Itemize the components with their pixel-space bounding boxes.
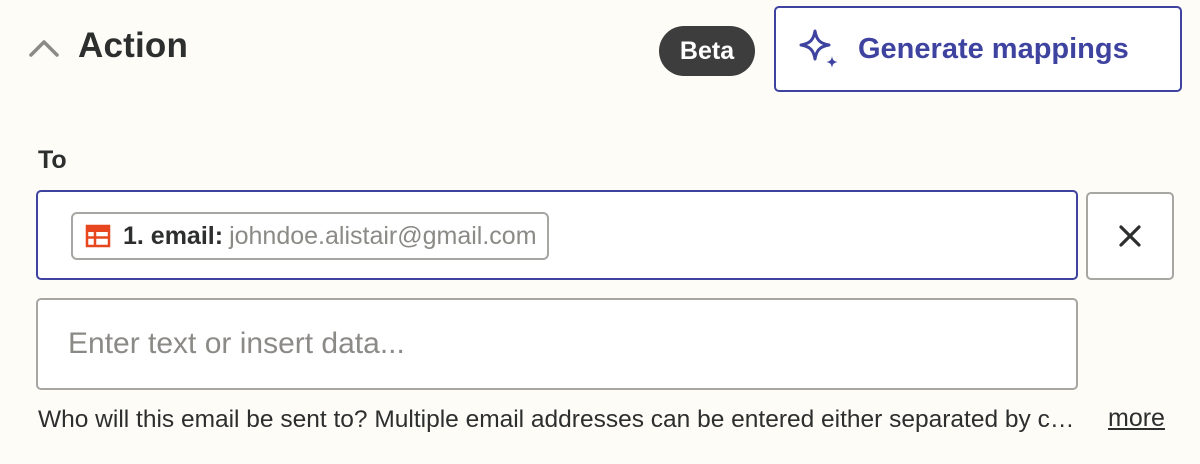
help-text: Who will this email be sent to? Multiple… — [38, 406, 1083, 433]
pill-value: johndoe.alistair@gmail.com — [229, 221, 537, 250]
clear-field-button[interactable] — [1086, 192, 1174, 280]
action-section-header: Action Beta Generate mappings — [0, 0, 1200, 100]
table-icon — [85, 223, 111, 249]
sparkle-icon — [796, 26, 842, 72]
more-link[interactable]: more — [1108, 404, 1165, 433]
chevron-up-icon — [29, 40, 59, 57]
mapped-data-pill[interactable]: 1. email: johndoe.alistair@gmail.com — [71, 212, 549, 260]
close-icon — [1119, 225, 1141, 247]
to-field[interactable]: 1. email: johndoe.alistair@gmail.com — [36, 190, 1078, 280]
section-title: Action — [78, 26, 189, 65]
beta-badge: Beta — [659, 26, 755, 76]
pill-key: 1. email: — [123, 221, 224, 250]
generate-mappings-label: Generate mappings — [858, 32, 1129, 65]
to-field-label: To — [38, 146, 67, 174]
collapse-section-button[interactable] — [26, 30, 62, 66]
text-input[interactable] — [36, 298, 1078, 390]
generate-mappings-button[interactable]: Generate mappings — [774, 6, 1182, 92]
